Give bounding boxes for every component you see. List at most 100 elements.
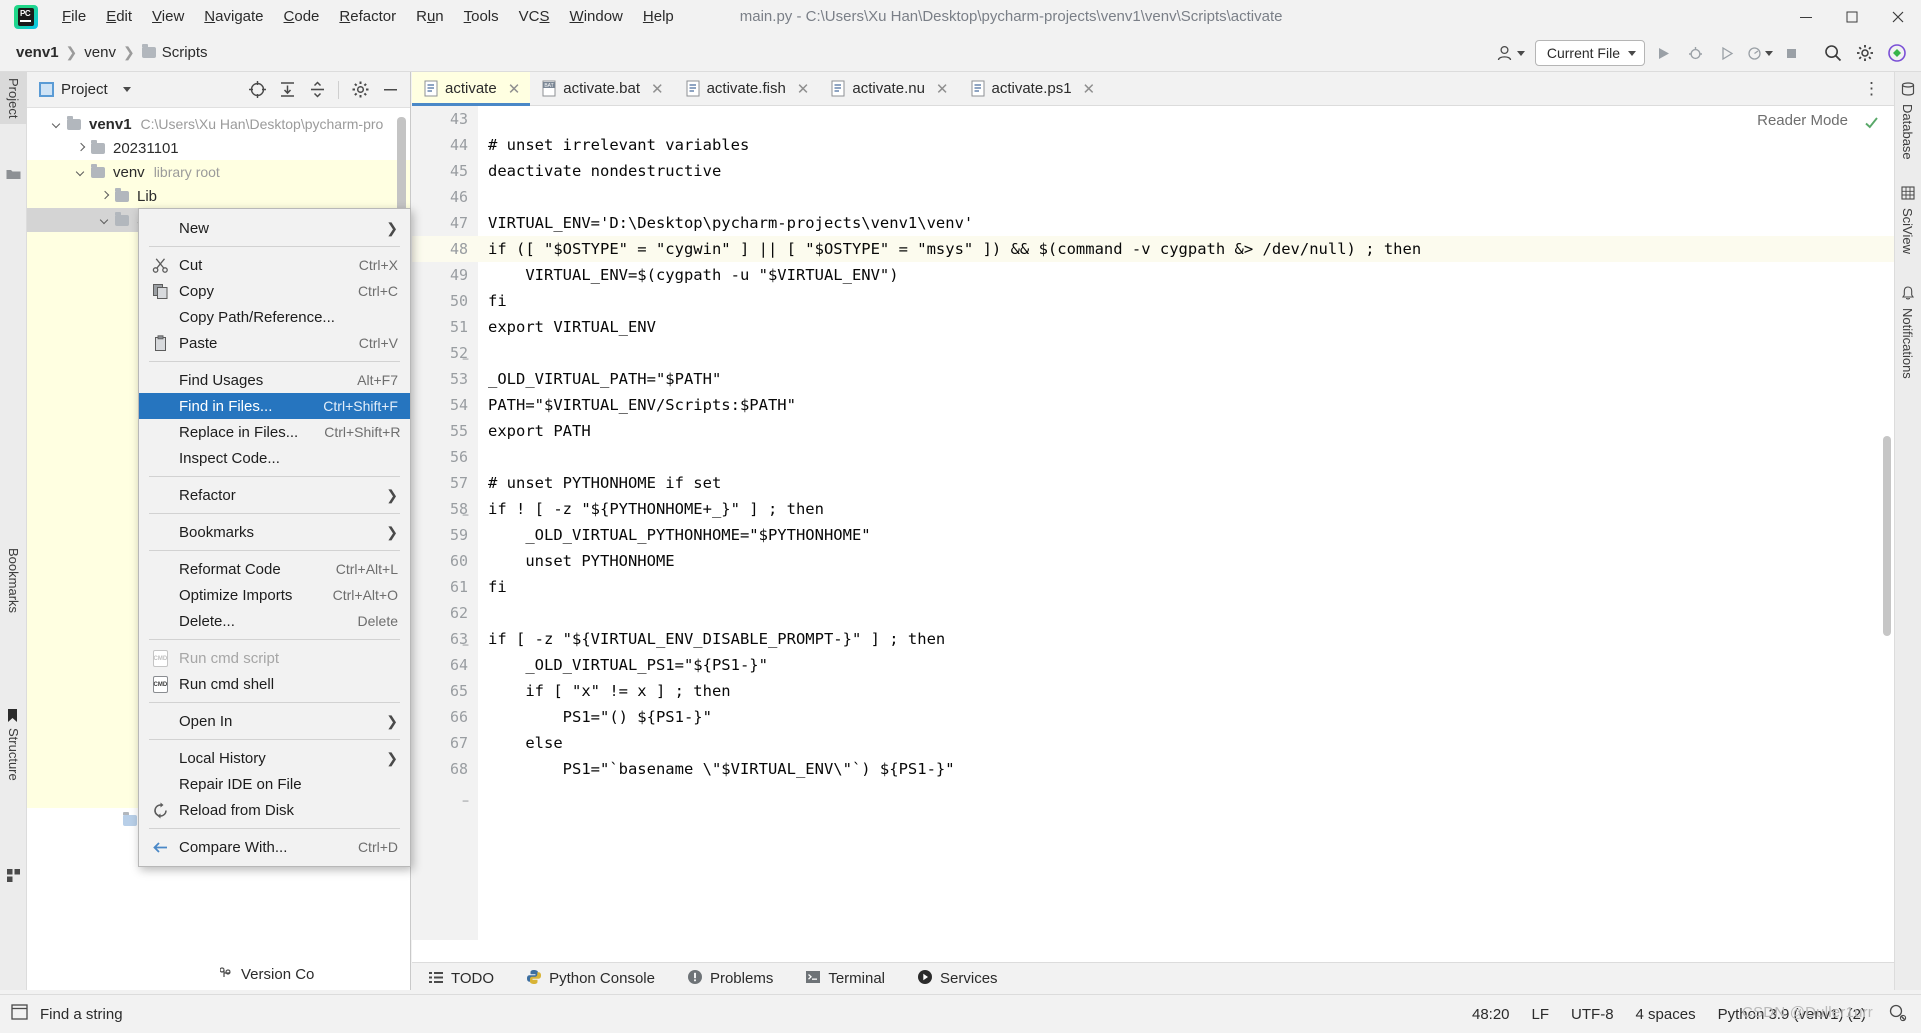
code-content[interactable]: # unset irrelevant variablesdeactivate n…: [478, 106, 1894, 940]
chevron-down-icon[interactable]: [75, 166, 87, 178]
collapse-all-icon[interactable]: [303, 76, 331, 104]
code-line[interactable]: PS1="() ${PS1-}": [488, 704, 712, 730]
stop-icon[interactable]: [1777, 39, 1805, 67]
code-line[interactable]: VIRTUAL_ENV=$(cygpath -u "$VIRTUAL_ENV"): [488, 262, 899, 288]
tool-window-services[interactable]: Services: [901, 969, 1014, 989]
code-line[interactable]: deactivate nondestructive: [488, 158, 721, 184]
project-pane-actions[interactable]: [243, 76, 404, 104]
menu-tools[interactable]: Tools: [454, 5, 509, 28]
menu-navigate[interactable]: Navigate: [194, 5, 273, 28]
context-menu-item-refactor[interactable]: Refactor❯: [139, 482, 410, 508]
user-icon[interactable]: [1489, 40, 1531, 67]
menu-file[interactable]: File: [52, 5, 96, 28]
code-editor[interactable]: Reader Mode − − − − 43444546474849505152…: [412, 106, 1894, 940]
fold-marker-icon[interactable]: −: [462, 788, 469, 814]
context-menu-item-bookmarks[interactable]: Bookmarks❯: [139, 519, 410, 545]
context-menu-item-paste[interactable]: PasteCtrl+V: [139, 330, 410, 356]
sidebar-item-database[interactable]: Database: [1894, 98, 1921, 166]
chevron-right-icon[interactable]: [99, 190, 111, 202]
file-encoding[interactable]: UTF-8: [1571, 1006, 1614, 1023]
editor-tab-bar[interactable]: activate ✕ BAT activate.bat ✕ activate.f…: [412, 72, 1894, 106]
code-line[interactable]: unset PYTHONHOME: [488, 548, 675, 574]
context-menu-item-copy-path-reference[interactable]: Copy Path/Reference...: [139, 304, 410, 330]
code-line[interactable]: _OLD_VIRTUAL_PATH="$PATH": [488, 366, 721, 392]
context-menu-item-local-history[interactable]: Local History❯: [139, 745, 410, 771]
hide-icon[interactable]: [376, 76, 404, 104]
menu-run[interactable]: Run: [406, 5, 454, 28]
breadcrumb[interactable]: venv1 ❯ venv ❯ Scripts: [16, 44, 208, 61]
menu-vcs[interactable]: VCS: [509, 5, 560, 28]
chevron-down-icon[interactable]: [123, 87, 131, 92]
context-menu[interactable]: New❯CutCtrl+XCopyCtrl+CCopy Path/Referen…: [138, 208, 411, 867]
context-menu-item-new[interactable]: New❯: [139, 215, 410, 241]
code-line[interactable]: PS1="`basename \"$VIRTUAL_ENV\"`) ${PS1-…: [488, 756, 955, 782]
minimize-icon[interactable]: [1783, 0, 1829, 34]
search-everywhere-icon[interactable]: [1819, 39, 1847, 67]
chevron-right-icon[interactable]: [75, 142, 87, 154]
code-line[interactable]: _OLD_VIRTUAL_PYTHONHOME="$PYTHONHOME": [488, 522, 871, 548]
code-line[interactable]: _OLD_VIRTUAL_PS1="${PS1-}": [488, 652, 768, 678]
sidebar-item-sciview[interactable]: SciView: [1894, 202, 1921, 260]
menu-help[interactable]: Help: [633, 5, 684, 28]
code-line[interactable]: if [ "x" != x ] ; then: [488, 678, 731, 704]
find-in-path-icon[interactable]: [10, 1002, 30, 1026]
code-line[interactable]: export VIRTUAL_ENV: [488, 314, 656, 340]
code-line[interactable]: # unset PYTHONHOME if set: [488, 470, 721, 496]
coverage-icon[interactable]: [1713, 39, 1741, 67]
context-menu-item-inspect-code[interactable]: Inspect Code...: [139, 445, 410, 471]
breadcrumb-item-0[interactable]: venv1: [16, 44, 59, 61]
tree-row-20231101[interactable]: 20231101: [27, 136, 410, 160]
context-menu-item-compare-with[interactable]: Compare With...Ctrl+D: [139, 834, 410, 860]
tree-row-lib[interactable]: Lib: [27, 184, 410, 208]
status-bar-left[interactable]: Find a string: [10, 1002, 123, 1026]
context-menu-item-cut[interactable]: CutCtrl+X: [139, 252, 410, 278]
no-problems-icon[interactable]: [1863, 114, 1880, 135]
tree-row-venv1[interactable]: venv1 C:\Users\Xu Han\Desktop\pycharm-pr…: [27, 112, 410, 136]
code-line[interactable]: fi: [488, 288, 507, 314]
menu-edit[interactable]: Edit: [96, 5, 142, 28]
indent-setting[interactable]: 4 spaces: [1636, 1006, 1696, 1023]
code-line[interactable]: if ! [ -z "${PYTHONHOME+_}" ] ; then: [488, 496, 824, 522]
tool-window-todo[interactable]: TODO: [412, 969, 510, 989]
sidebar-item-bookmarks[interactable]: Bookmarks: [0, 542, 27, 619]
code-line[interactable]: export PATH: [488, 418, 591, 444]
context-menu-item-find-in-files[interactable]: Find in Files...Ctrl+Shift+F: [139, 393, 410, 419]
menu-view[interactable]: View: [142, 5, 194, 28]
tab-activate-bat[interactable]: BAT activate.bat ✕: [530, 72, 673, 105]
expand-all-icon[interactable]: [273, 76, 301, 104]
close-icon[interactable]: ✕: [508, 80, 521, 98]
more-tabs-icon[interactable]: ⋮: [1851, 72, 1894, 105]
project-pane-title[interactable]: Project: [39, 81, 131, 98]
editor-gutter[interactable]: − − − − 43444546474849505152535455565758…: [412, 106, 478, 940]
tab-activate-ps1[interactable]: activate.ps1 ✕: [959, 72, 1106, 105]
context-menu-item-replace-in-files[interactable]: Replace in Files...Ctrl+Shift+R: [139, 419, 410, 445]
code-line[interactable]: if [ -z "${VIRTUAL_ENV_DISABLE_PROMPT-}"…: [488, 626, 945, 652]
tool-window-terminal[interactable]: Terminal: [789, 969, 901, 989]
chevron-down-icon[interactable]: [99, 214, 111, 226]
target-icon[interactable]: [243, 76, 271, 104]
context-menu-item-optimize-imports[interactable]: Optimize ImportsCtrl+Alt+O: [139, 582, 410, 608]
context-menu-item-find-usages[interactable]: Find UsagesAlt+F7: [139, 367, 410, 393]
ai-assistant-icon[interactable]: [1883, 39, 1911, 67]
vcs-status[interactable]: Version Co: [220, 965, 314, 983]
chevron-down-icon[interactable]: [51, 118, 63, 130]
tab-activate-fish[interactable]: activate.fish ✕: [674, 72, 820, 105]
tool-window-problems[interactable]: Problems: [671, 969, 789, 989]
editor-scrollbar[interactable]: [1883, 436, 1891, 636]
breadcrumb-item-2[interactable]: Scripts: [142, 44, 208, 61]
bottom-tool-bar[interactable]: TODO Python Console Problems Terminal Se…: [412, 962, 1894, 994]
context-menu-item-run-cmd-script[interactable]: Run cmd script: [139, 645, 410, 671]
project-folder-strip-icon[interactable]: [0, 162, 27, 186]
structure-grid-icon[interactable]: [0, 862, 27, 889]
context-menu-item-run-cmd-shell[interactable]: Run cmd shell: [139, 671, 410, 697]
sidebar-item-structure[interactable]: Structure: [0, 722, 27, 787]
code-line[interactable]: # unset irrelevant variables: [488, 132, 749, 158]
menu-window[interactable]: Window: [560, 5, 633, 28]
menu-code[interactable]: Code: [274, 5, 330, 28]
context-menu-item-reformat-code[interactable]: Reformat CodeCtrl+Alt+L: [139, 556, 410, 582]
debug-icon[interactable]: [1681, 39, 1709, 67]
code-line[interactable]: PATH="$VIRTUAL_ENV/Scripts:$PATH": [488, 392, 796, 418]
reader-mode-label[interactable]: Reader Mode: [1757, 112, 1848, 129]
tree-row-venv[interactable]: venv library root: [27, 160, 410, 184]
gear-icon[interactable]: [346, 76, 374, 104]
